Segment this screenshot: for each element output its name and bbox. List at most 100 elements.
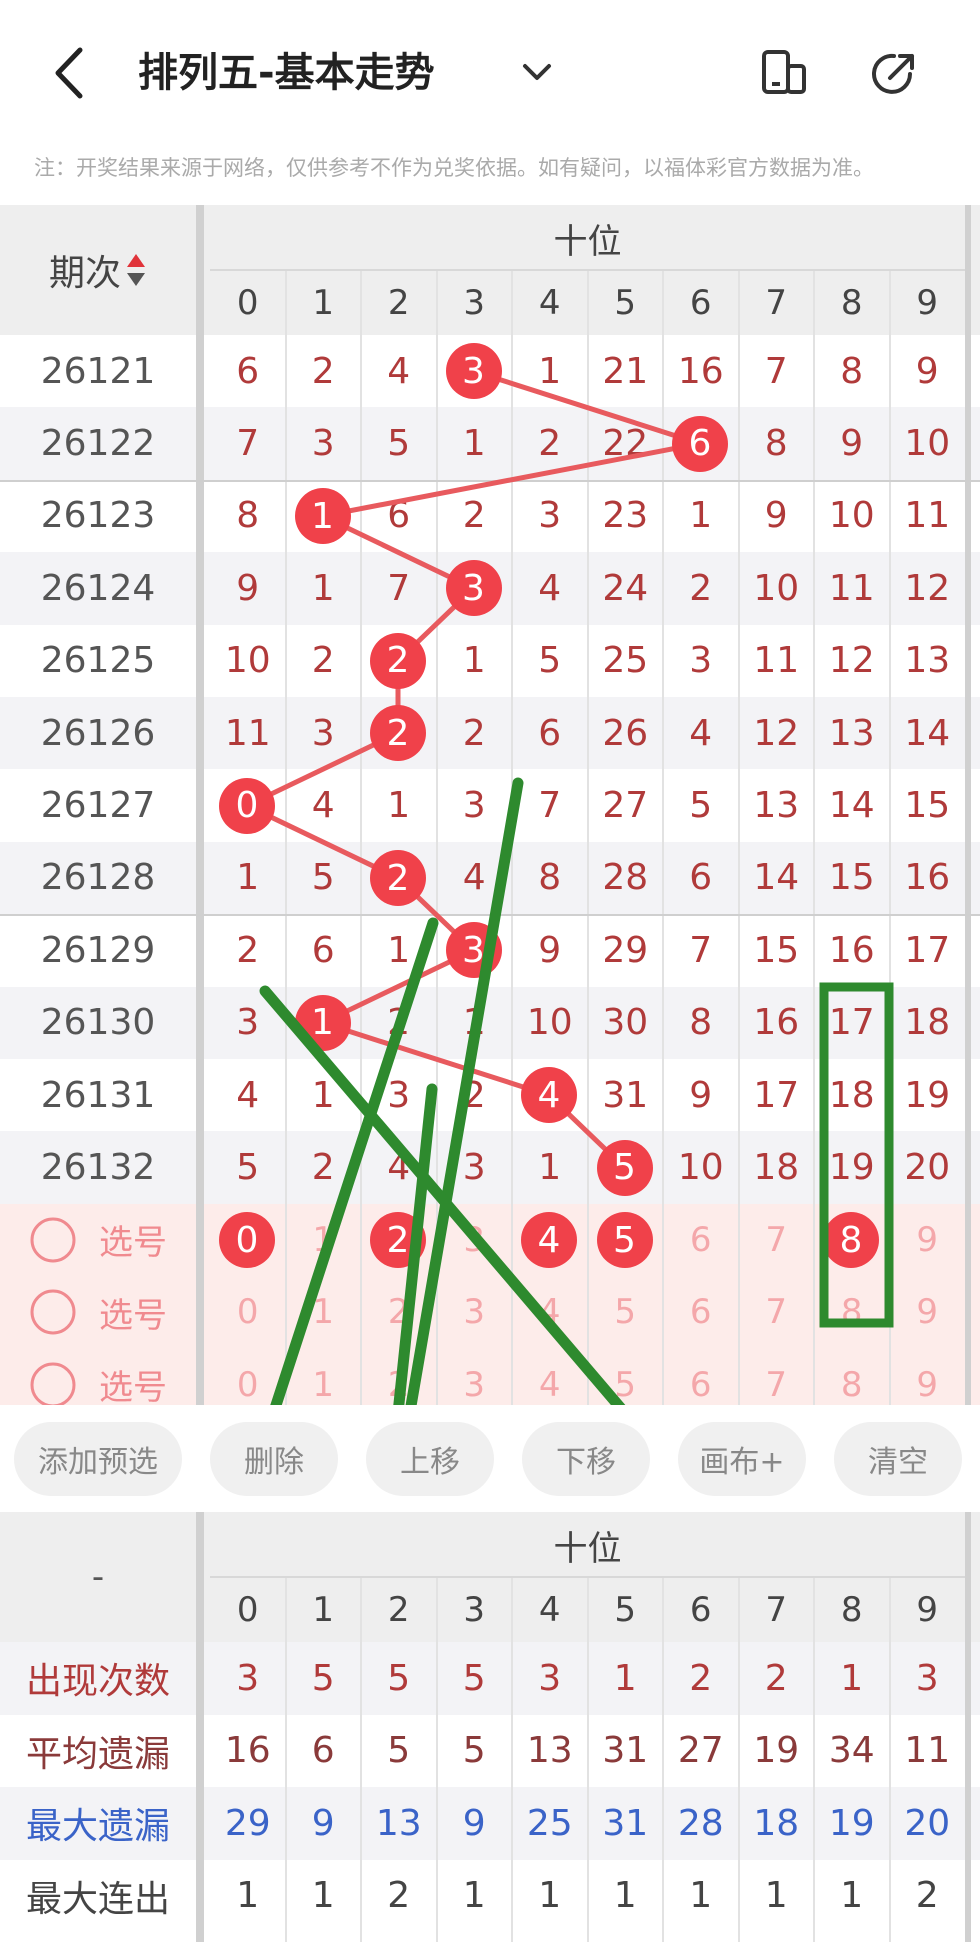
miss-cell: 5 (311, 857, 335, 899)
back-button[interactable] (44, 40, 100, 106)
miss-cell: 9 (689, 1074, 713, 1116)
digit-header-cell: 6 (689, 283, 712, 323)
period-cell: 26121 (40, 350, 156, 392)
stats-row-label: 平均遗漏 (25, 1733, 170, 1775)
miss-cell: 29 (602, 929, 649, 971)
stats-cell: 1 (236, 1875, 260, 1917)
miss-cell: 8 (764, 423, 788, 465)
stats-right-divider (965, 1512, 971, 1942)
miss-cell: 8 (236, 495, 260, 537)
miss-cell: 4 (387, 1147, 411, 1189)
title-dropdown-button[interactable] (515, 40, 559, 106)
period-cell: 26129 (40, 929, 156, 971)
pick-digit[interactable]: 1 (286, 1276, 362, 1348)
pick-digit[interactable]: 7 (739, 1276, 815, 1348)
stats-cell: 28 (677, 1802, 724, 1844)
disclaimer-notice: 注：开奖结果来源于网络，仅供参考不作为兑奖依据。如有疑问，以福体彩官方数据为准。 (34, 156, 874, 180)
pick-digit[interactable]: 7 (739, 1204, 815, 1276)
device-button[interactable] (756, 46, 812, 102)
page-title[interactable]: 排列五-基本走势 (138, 40, 435, 106)
miss-cell: 4 (387, 350, 411, 392)
pick-ball-selected[interactable]: 8 (823, 1212, 879, 1268)
stats-digit-header-cell: 7 (765, 1590, 788, 1630)
stats-cell: 5 (387, 1657, 411, 1699)
miss-cell: 16 (677, 350, 724, 392)
miss-cell: 5 (387, 423, 411, 465)
stats-digit-header-cell: 5 (614, 1590, 637, 1630)
hit-ball: 1 (294, 488, 351, 544)
pick-digit[interactable]: 6 (663, 1276, 739, 1348)
miss-cell: 2 (538, 423, 562, 465)
stats-cell: 19 (828, 1802, 875, 1844)
stats-cell: 2 (689, 1657, 713, 1699)
hit-ball: 3 (445, 922, 502, 979)
miss-cell: 3 (311, 712, 335, 754)
pick-digit[interactable]: 1 (286, 1204, 362, 1276)
trend-table: 期次 十位 0123456789 26121 6 2 4 1 21 16 7 8 9 26122 7 3… (0, 205, 980, 1408)
period-header[interactable]: 期次 (0, 205, 196, 335)
pick-digit[interactable]: 3 (437, 1276, 513, 1348)
miss-cell: 26 (602, 712, 649, 754)
move-up-button[interactable]: 上移 (366, 1422, 494, 1496)
hit-ball: 0 (219, 777, 275, 834)
digit-header-cell: 0 (236, 283, 259, 323)
miss-cell: 1 (311, 567, 335, 609)
pick-digit[interactable]: 6 (663, 1204, 739, 1276)
pick-row-selector[interactable]: 选号 (0, 1276, 196, 1348)
pick-ball-selected[interactable]: 0 (219, 1212, 275, 1268)
miss-cell: 1 (462, 640, 486, 682)
clear-button[interactable]: 清空 (834, 1422, 962, 1496)
pick-digit[interactable]: 8 (814, 1276, 890, 1348)
pick-digit[interactable]: 9 (890, 1204, 966, 1276)
pick-digit[interactable]: 9 (890, 1276, 966, 1348)
add-preselect-button[interactable]: 添加预选 (14, 1422, 182, 1496)
digit-header-cell: 3 (463, 283, 486, 323)
miss-cell: 2 (462, 1074, 486, 1116)
pick-digit[interactable]: 2 (361, 1276, 437, 1348)
pick-digit[interactable]: 0 (210, 1276, 286, 1348)
stats-cell: 13 (375, 1802, 422, 1844)
miss-cell: 11 (904, 495, 951, 537)
share-button[interactable] (866, 46, 922, 102)
miss-cell: 28 (602, 857, 649, 899)
stats-cell: 3 (538, 1657, 562, 1699)
pick-digit[interactable]: 4 (512, 1276, 588, 1348)
hit-ball: 1 (294, 994, 351, 1051)
pick-digit[interactable]: 5 (588, 1276, 664, 1348)
miss-cell: 1 (462, 1002, 486, 1044)
miss-cell: 13 (753, 785, 800, 827)
pick-row-selector[interactable]: 选号 (0, 1204, 196, 1276)
miss-cell: 20 (904, 1147, 951, 1189)
miss-cell: 17 (753, 1074, 800, 1116)
stats-cell: 3 (236, 1657, 260, 1699)
hit-ball: 2 (370, 850, 426, 906)
stats-cell: 11 (904, 1730, 951, 1772)
miss-cell: 18 (828, 1074, 875, 1116)
pick-ball-selected[interactable]: 2 (370, 1212, 426, 1268)
pick-ball-selected[interactable]: 4 (521, 1212, 577, 1268)
period-cell: 26131 (40, 1074, 156, 1116)
pick-ball-selected[interactable]: 5 (596, 1212, 653, 1268)
stats-cell: 25 (526, 1802, 573, 1844)
miss-cell: 5 (236, 1147, 260, 1189)
stats-digit-header-cell: 1 (312, 1590, 335, 1630)
pick-digit[interactable]: 3 (437, 1204, 513, 1276)
miss-cell: 6 (538, 712, 562, 754)
miss-cell: 8 (840, 350, 864, 392)
miss-cell: 21 (602, 350, 649, 392)
hit-ball: 2 (370, 705, 426, 762)
stats-cell: 3 (915, 1657, 939, 1699)
period-cell: 26125 (40, 640, 156, 682)
move-down-button[interactable]: 下移 (522, 1422, 650, 1496)
digit-header-cell: 8 (840, 283, 863, 323)
stats-digit-header-cell: 6 (689, 1590, 712, 1630)
canvas-button[interactable]: 画布+ (678, 1422, 806, 1496)
stats-digit-header-cell: 3 (463, 1590, 486, 1630)
delete-button[interactable]: 删除 (210, 1422, 338, 1496)
miss-cell: 9 (764, 495, 788, 537)
chevron-down-icon (523, 64, 551, 80)
radio-circle-icon (30, 1289, 76, 1335)
miss-cell: 1 (311, 1074, 335, 1116)
miss-cell: 10 (904, 423, 951, 465)
stats-row-label: 最大遗漏 (25, 1806, 170, 1848)
